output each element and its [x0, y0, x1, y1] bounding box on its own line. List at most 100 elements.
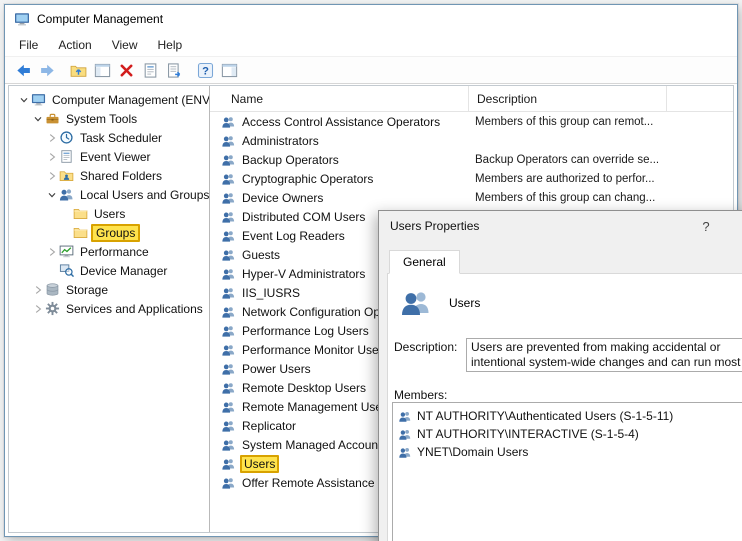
member-label: YNET\Domain Users [417, 445, 529, 459]
screen: Computer Management File Action View Help ?… [0, 0, 742, 541]
chevron-down-icon[interactable] [45, 190, 59, 200]
group-description-cell: Members of this group can chang... [475, 191, 656, 204]
performance-icon [59, 244, 77, 259]
group-row-backup-operators[interactable]: Backup Operators Backup Operators can ove… [210, 150, 733, 169]
tree-item-local-users-and-groups[interactable]: Local Users and Groups [9, 185, 209, 204]
members-label: Members: [394, 388, 448, 402]
chevron-right-icon[interactable] [31, 304, 45, 314]
show-hide-action-pane-button[interactable] [218, 59, 241, 81]
properties-button[interactable] [139, 59, 162, 81]
tree-item-label: Task Scheduler [80, 130, 163, 145]
tree-item-shared-folders[interactable]: Shared Folders [9, 166, 209, 185]
group-description-cell: Backup Operators can override se... [475, 153, 660, 166]
group-icon [221, 305, 240, 319]
member-nt-authority-interactive-s-1-5-4[interactable]: NT AUTHORITY\INTERACTIVE (S-1-5-4) [393, 425, 742, 443]
description-field[interactable]: Users are prevented from making accident… [466, 338, 742, 372]
tree-item-event-viewer[interactable]: Event Viewer [9, 147, 209, 166]
general-tab-page: Users Description: Users are prevented f… [387, 273, 742, 541]
menu-help[interactable]: Help [148, 35, 193, 55]
group-name-cell: Backup Operators [210, 153, 469, 167]
window-title: Computer Management [37, 12, 164, 26]
chevron-right-icon[interactable] [45, 152, 59, 162]
users-group-icon [400, 287, 432, 319]
tree-item-label: Local Users and Groups [80, 187, 209, 202]
help-button[interactable]: ? [194, 59, 217, 81]
menu-view[interactable]: View [102, 35, 148, 55]
description-row: Description: Users are prevented from ma… [394, 338, 742, 372]
chevron-right-icon[interactable] [45, 133, 59, 143]
group-name: Users [449, 296, 481, 310]
group-row-device-owners[interactable]: Device Owners Members of this group can c… [210, 188, 733, 207]
chevron-right-icon[interactable] [45, 247, 59, 257]
member-group-icon [398, 410, 417, 423]
member-label: NT AUTHORITY\Authenticated Users (S-1-5-… [417, 409, 674, 423]
group-name-label: Guests [242, 247, 281, 262]
group-row-administrators[interactable]: Administrators [210, 131, 733, 150]
group-icon [221, 400, 240, 414]
column-header-description[interactable]: Description [469, 86, 667, 111]
chevron-down-icon[interactable] [17, 95, 31, 105]
members-list[interactable]: NT AUTHORITY\Authenticated Users (S-1-5-… [392, 402, 742, 541]
member-group-icon [398, 428, 417, 441]
tree-item-services-and-applications[interactable]: Services and Applications [9, 299, 209, 318]
group-row-cryptographic-operators[interactable]: Cryptographic Operators Members are autho… [210, 169, 733, 188]
show-hide-console-tree-button[interactable] [91, 59, 114, 81]
back-button[interactable] [12, 59, 35, 81]
group-name-label: Remote Desktop Users [242, 380, 367, 395]
chevron-right-icon[interactable] [45, 171, 59, 181]
console-tree-pane: Computer Management (ENV-Y System Tools Ta… [9, 86, 210, 532]
svg-text:?: ? [202, 65, 209, 77]
group-name-label: Distributed COM Users [242, 209, 366, 224]
delete-button[interactable] [115, 59, 138, 81]
member-ynet-domain-users[interactable]: YNET\Domain Users [393, 443, 742, 461]
users-properties-dialog: Users Properties ? General Users Descrip… [378, 210, 742, 541]
chevron-right-icon[interactable] [31, 285, 45, 295]
group-name-label: IIS_IUSRS [242, 285, 301, 300]
menu-file[interactable]: File [9, 35, 48, 55]
member-group-icon [398, 446, 417, 459]
tree-item-storage[interactable]: Storage [9, 280, 209, 299]
tree-item-task-scheduler[interactable]: Task Scheduler [9, 128, 209, 147]
group-name-label: Power Users [242, 361, 311, 376]
tree-item-performance[interactable]: Performance [9, 242, 209, 261]
group-description-cell: Members of this group can remot... [475, 115, 654, 128]
tree-item-label: Storage [66, 282, 109, 297]
group-icon [221, 457, 240, 471]
dialog-tab-strip: General [379, 250, 742, 274]
group-name-label: Hyper-V Administrators [242, 266, 366, 281]
forward-button[interactable] [36, 59, 59, 81]
group-name-cell: Access Control Assistance Operators [210, 115, 469, 129]
menu-action[interactable]: Action [48, 35, 101, 55]
group-icon [221, 286, 240, 300]
group-name-label: Replicator [242, 418, 297, 433]
up-one-level-button[interactable] [67, 59, 90, 81]
group-row-access-control-assistance-operators[interactable]: Access Control Assistance Operators Membe… [210, 112, 733, 131]
system-tools-icon [45, 111, 63, 126]
folder-icon [73, 225, 91, 240]
chevron-down-icon[interactable] [31, 114, 45, 124]
export-list-button[interactable] [163, 59, 186, 81]
group-name-label: Performance Log Users [242, 323, 369, 338]
group-name-cell: Cryptographic Operators [210, 172, 469, 186]
member-nt-authority-authenticated-users-s-1-5-11[interactable]: NT AUTHORITY\Authenticated Users (S-1-5-… [393, 407, 742, 425]
group-name-label: Users [240, 454, 280, 473]
tree-item-device-manager[interactable]: Device Manager [9, 261, 209, 280]
tree-item-label: System Tools [66, 111, 138, 126]
column-header-name[interactable]: Name [210, 86, 469, 111]
dialog-help-button[interactable]: ? [691, 213, 721, 239]
dialog-title-bar[interactable]: Users Properties ? [379, 211, 742, 241]
tree-item-users[interactable]: Users [9, 204, 209, 223]
group-icon [221, 419, 240, 433]
tab-general[interactable]: General [389, 250, 460, 274]
tree-item-system-tools[interactable]: System Tools [9, 109, 209, 128]
tree-item-computer-management-env-y[interactable]: Computer Management (ENV-Y [9, 90, 209, 109]
console-tree: Computer Management (ENV-Y System Tools Ta… [9, 86, 209, 318]
group-description-cell: Members are authorized to perfor... [475, 172, 655, 185]
title-bar[interactable]: Computer Management [5, 5, 737, 33]
tree-item-groups[interactable]: Groups [9, 223, 209, 242]
task-scheduler-icon [59, 130, 77, 145]
group-icon [221, 115, 240, 129]
group-icon [221, 191, 240, 205]
group-icon [221, 229, 240, 243]
group-icon [221, 476, 240, 490]
